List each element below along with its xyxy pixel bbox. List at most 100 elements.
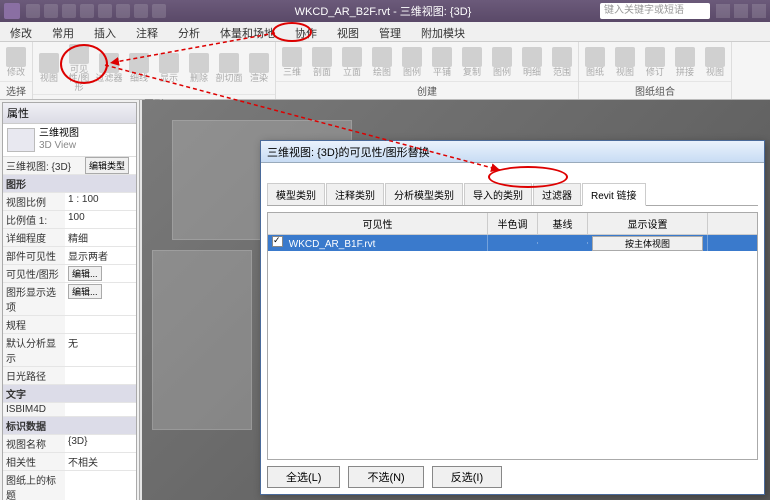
ribbon-icon bbox=[402, 47, 422, 67]
ribbon-button[interactable]: 视图 bbox=[35, 44, 63, 92]
property-value[interactable] bbox=[65, 316, 136, 333]
ribbon-button[interactable]: 可见性/图形 bbox=[65, 44, 93, 92]
grid-header[interactable]: 可见性 bbox=[268, 213, 488, 234]
tab-home[interactable]: 常用 bbox=[42, 22, 84, 41]
help-search-input[interactable]: 键入关键字或短语 bbox=[600, 3, 710, 19]
property-value[interactable]: 100 bbox=[65, 211, 136, 228]
underlay-cell[interactable] bbox=[538, 242, 588, 244]
ribbon-button[interactable]: 过滤器 bbox=[95, 44, 123, 92]
qat-save-icon[interactable] bbox=[44, 4, 58, 18]
tab-insert[interactable]: 插入 bbox=[84, 22, 126, 41]
dialog-tab[interactable]: 导入的类别 bbox=[464, 183, 532, 205]
instance-selector[interactable]: 三维视图: {3D} bbox=[3, 157, 85, 174]
qat-icon[interactable] bbox=[152, 4, 166, 18]
ribbon-button[interactable]: 范围 bbox=[548, 44, 576, 79]
property-key: 视图名称 bbox=[3, 435, 65, 452]
ribbon-button[interactable]: 明细 bbox=[518, 44, 546, 79]
edit-type-button[interactable]: 编辑类型 bbox=[85, 157, 129, 174]
ribbon-button[interactable]: 修订 bbox=[641, 44, 669, 79]
property-group-header[interactable]: 标识数据 bbox=[3, 417, 136, 435]
tab-massing[interactable]: 体量和场地 bbox=[210, 22, 285, 41]
display-settings-cell[interactable]: 按主体视图 bbox=[588, 235, 708, 252]
ribbon-button[interactable]: 绘图 bbox=[368, 44, 396, 79]
property-value[interactable]: 不相关 bbox=[65, 453, 136, 470]
tab-manage[interactable]: 管理 bbox=[369, 22, 411, 41]
help-icon[interactable] bbox=[734, 4, 748, 18]
link-row[interactable]: WKCD_AR_B1F.rvt 按主体视图 bbox=[268, 235, 757, 251]
dialog-tab[interactable]: 过滤器 bbox=[533, 183, 581, 205]
ribbon-button[interactable]: 细线 bbox=[125, 44, 153, 92]
ribbon-button[interactable]: 视图 bbox=[611, 44, 639, 79]
ribbon-button[interactable]: 三维 bbox=[278, 44, 306, 79]
property-value[interactable] bbox=[65, 403, 136, 416]
dialog-tab[interactable]: Revit 链接 bbox=[582, 183, 646, 206]
app-logo[interactable] bbox=[4, 3, 20, 19]
property-row: 部件可见性显示两者 bbox=[3, 247, 136, 265]
tab-addins[interactable]: 附加模块 bbox=[411, 22, 475, 41]
halftone-cell[interactable] bbox=[488, 242, 538, 244]
ribbon-button[interactable]: 修改 bbox=[2, 44, 30, 79]
tab-analyze[interactable]: 分析 bbox=[168, 22, 210, 41]
grid-header[interactable]: 显示设置 bbox=[588, 213, 708, 234]
property-key: 相关性 bbox=[3, 453, 65, 470]
minimize-icon[interactable] bbox=[752, 4, 766, 18]
property-value[interactable]: 1 : 100 bbox=[65, 193, 136, 210]
ribbon-button[interactable]: 渲染 bbox=[245, 44, 273, 92]
select-all-button[interactable]: 全选(L) bbox=[267, 466, 340, 488]
edit-button[interactable]: 编辑... bbox=[68, 284, 102, 299]
ribbon-button[interactable]: 删除 bbox=[185, 44, 213, 92]
ribbon-button[interactable]: 立面 bbox=[338, 44, 366, 79]
grid-header[interactable]: 基线 bbox=[538, 213, 588, 234]
property-value[interactable]: 无 bbox=[65, 334, 136, 366]
grid-header[interactable]: 半色调 bbox=[488, 213, 538, 234]
property-value[interactable]: 编辑... bbox=[65, 283, 136, 315]
qat-icon[interactable] bbox=[134, 4, 148, 18]
ribbon-button[interactable]: 剖切面 bbox=[215, 44, 243, 92]
ribbon-button[interactable]: 复制 bbox=[458, 44, 486, 79]
ribbon-button[interactable]: 平铺 bbox=[428, 44, 456, 79]
ribbon-label: 视图 bbox=[40, 74, 58, 83]
dialog-tabs: 模型类别注释类别分析模型类别导入的类别过滤器Revit 链接 bbox=[267, 183, 758, 206]
view-cube-icon bbox=[7, 128, 35, 152]
qat-print-icon[interactable] bbox=[98, 4, 112, 18]
tab-annotate[interactable]: 注释 bbox=[126, 22, 168, 41]
link-name-cell[interactable]: WKCD_AR_B1F.rvt bbox=[268, 235, 488, 251]
qat-undo-icon[interactable] bbox=[62, 4, 76, 18]
qat-open-icon[interactable] bbox=[26, 4, 40, 18]
dialog-tab[interactable]: 注释类别 bbox=[326, 183, 384, 205]
ribbon-button[interactable]: 图例 bbox=[398, 44, 426, 79]
invert-button[interactable]: 反选(I) bbox=[432, 466, 502, 488]
ribbon-button[interactable]: 显示 bbox=[155, 44, 183, 92]
qat-redo-icon[interactable] bbox=[80, 4, 94, 18]
user-icon[interactable] bbox=[716, 4, 730, 18]
visibility-checkbox[interactable] bbox=[272, 236, 283, 247]
ribbon-label: 细线 bbox=[130, 74, 148, 83]
tab-modify[interactable]: 修改 bbox=[0, 22, 42, 41]
property-value[interactable] bbox=[65, 367, 136, 384]
tab-collab[interactable]: 协作 bbox=[285, 22, 327, 41]
property-group-header[interactable]: 图形 bbox=[3, 175, 136, 193]
ribbon-button[interactable]: 视图 bbox=[701, 44, 729, 79]
property-value[interactable]: 显示两者 bbox=[65, 247, 136, 264]
display-settings-button[interactable]: 按主体视图 bbox=[592, 236, 703, 251]
edit-button[interactable]: 编辑... bbox=[68, 266, 102, 281]
ribbon-button[interactable]: 剖面 bbox=[308, 44, 336, 79]
ribbon-button[interactable]: 拼接 bbox=[671, 44, 699, 79]
tab-view[interactable]: 视图 bbox=[327, 22, 369, 41]
dialog-tab[interactable]: 模型类别 bbox=[267, 183, 325, 205]
property-value[interactable]: 精细 bbox=[65, 229, 136, 246]
select-none-button[interactable]: 不选(N) bbox=[348, 466, 423, 488]
type-selector[interactable]: 三维视图 3D View bbox=[3, 124, 136, 157]
qat-icon[interactable] bbox=[116, 4, 130, 18]
property-row: ISBIM4D bbox=[3, 403, 136, 417]
property-value[interactable]: {3D} bbox=[65, 435, 136, 452]
property-value[interactable]: 编辑... bbox=[65, 265, 136, 282]
ribbon: 修改选择视图可见性/图形过滤器细线显示删除剖切面渲染图形三维剖面立面绘图图例平铺… bbox=[0, 42, 770, 100]
dialog-tab[interactable]: 分析模型类别 bbox=[385, 183, 463, 205]
property-row: 图形显示选项编辑... bbox=[3, 283, 136, 316]
ribbon-button[interactable]: 图纸 bbox=[581, 44, 609, 79]
property-value[interactable] bbox=[65, 471, 136, 500]
ribbon-button[interactable]: 图例 bbox=[488, 44, 516, 79]
ribbon-icon bbox=[342, 47, 362, 67]
property-group-header[interactable]: 文字 bbox=[3, 385, 136, 403]
